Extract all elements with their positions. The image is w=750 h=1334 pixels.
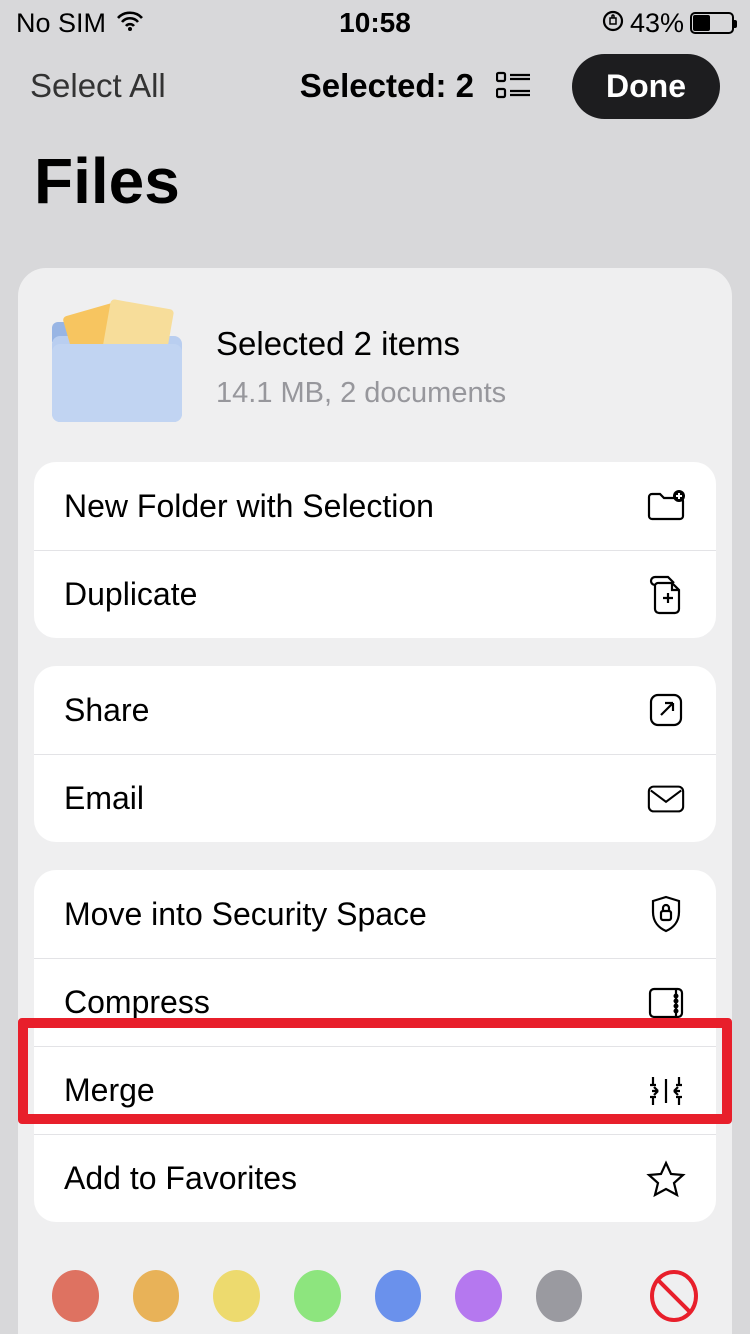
share-icon [646,690,686,730]
clear-tag-icon[interactable] [650,1270,697,1322]
archive-icon [646,983,686,1023]
row-label: Share [64,692,149,729]
selection-summary: Selected 2 items 14.1 MB, 2 documents [18,296,732,462]
row-label: Email [64,780,144,817]
duplicate-icon [646,575,686,615]
carrier-text: No SIM [16,8,106,39]
summary-title: Selected 2 items [216,325,506,363]
row-label: Move into Security Space [64,896,427,933]
row-label: New Folder with Selection [64,488,434,525]
row-label: Duplicate [64,576,197,613]
tag-color-orange[interactable] [133,1270,180,1322]
action-group-1: New Folder with Selection Duplicate [34,462,716,638]
compress-row[interactable]: Compress [34,958,716,1046]
tag-color-red[interactable] [52,1270,99,1322]
battery-icon [690,12,734,34]
tag-color-blue[interactable] [375,1270,422,1322]
new-folder-with-selection-row[interactable]: New Folder with Selection [34,462,716,550]
row-label: Add to Favorites [64,1160,297,1197]
add-to-favorites-row[interactable]: Add to Favorites [34,1134,716,1222]
select-all-button[interactable]: Select All [30,67,166,105]
star-icon [646,1159,686,1199]
summary-subtitle: 14.1 MB, 2 documents [216,377,506,410]
selection-count: Selected: 2 [300,67,474,105]
action-group-3: Move into Security Space Compress Merge … [34,870,716,1222]
status-bar: No SIM 10:58 43% [0,0,750,46]
row-label: Merge [64,1072,155,1109]
tag-color-gray[interactable] [536,1270,583,1322]
action-sheet: Selected 2 items 14.1 MB, 2 documents Ne… [18,268,732,1334]
wifi-icon [116,8,144,39]
battery-pct: 43% [630,8,684,39]
duplicate-row[interactable]: Duplicate [34,550,716,638]
tag-color-row [18,1250,732,1322]
folder-add-icon [646,486,686,526]
mail-icon [646,779,686,819]
page-title: Files [0,126,750,268]
merge-row[interactable]: Merge [34,1046,716,1134]
view-mode-icon[interactable] [494,66,534,106]
done-button[interactable]: Done [572,54,720,119]
email-row[interactable]: Email [34,754,716,842]
tag-color-purple[interactable] [455,1270,502,1322]
merge-icon [646,1071,686,1111]
tag-color-yellow[interactable] [213,1270,260,1322]
move-to-security-row[interactable]: Move into Security Space [34,870,716,958]
shield-lock-icon [646,894,686,934]
row-label: Compress [64,984,210,1021]
folder-illustration-icon [52,312,182,422]
action-group-2: Share Email [34,666,716,842]
share-row[interactable]: Share [34,666,716,754]
tag-color-green[interactable] [294,1270,341,1322]
nav-bar: Select All Selected: 2 Done [0,46,750,126]
clock: 10:58 [255,7,494,39]
orientation-lock-icon [602,8,624,39]
